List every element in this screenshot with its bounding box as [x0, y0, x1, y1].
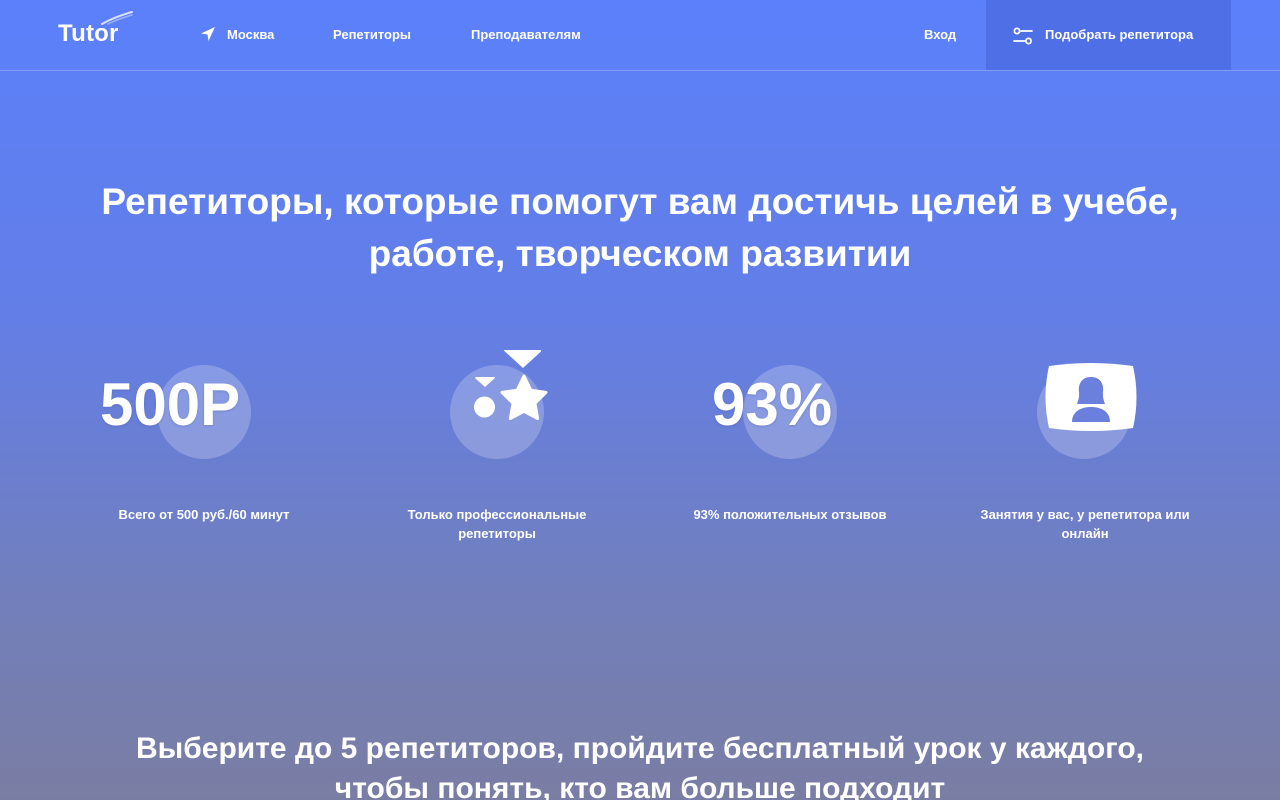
site-header: Tutor Москва Репетиторы Преподавателям В…	[0, 0, 1280, 71]
feature-reviews: 93% 93% положительных отзывов	[690, 350, 890, 580]
feature-online: Занятия у вас, у репетитора или онлайн	[980, 350, 1190, 580]
feature-caption: 93% положительных отзывов	[693, 507, 887, 522]
login-link[interactable]: Вход	[924, 27, 956, 42]
feature-price: 500Р Всего от 500 руб./60 минут	[100, 350, 304, 580]
nav-link-teachers[interactable]: Преподавателям	[471, 27, 581, 42]
medal-star-icon	[474, 350, 548, 420]
nav-link-tutors[interactable]: Репетиторы	[333, 27, 411, 42]
feature-caption: Занятия у вас, у репетитора или онлайн	[980, 507, 1190, 541]
feature-caption: Только профессиональные репетиторы	[407, 507, 587, 541]
feature-reviews-value: 93%	[712, 371, 833, 438]
feature-caption: Всего от 500 руб./60 минут	[118, 507, 290, 522]
logo-swoosh-icon	[101, 11, 133, 25]
person-screen-icon	[1045, 363, 1137, 431]
feature-professionals: Только профессиональные репетиторы	[397, 350, 597, 580]
section-title: Выберите до 5 репетиторов, пройдите бесп…	[135, 732, 1145, 800]
find-tutor-label: Подобрать репетитора	[1045, 27, 1194, 42]
feature-price-value: 500Р	[100, 371, 241, 438]
find-tutor-button[interactable]: Подобрать репетитора	[986, 0, 1231, 70]
hero-title: Репетиторы, которые помогут вам достичь …	[101, 181, 1179, 274]
filter-sliders-icon	[1013, 27, 1033, 45]
city-label: Москва	[227, 27, 275, 42]
location-arrow-icon	[201, 27, 215, 41]
